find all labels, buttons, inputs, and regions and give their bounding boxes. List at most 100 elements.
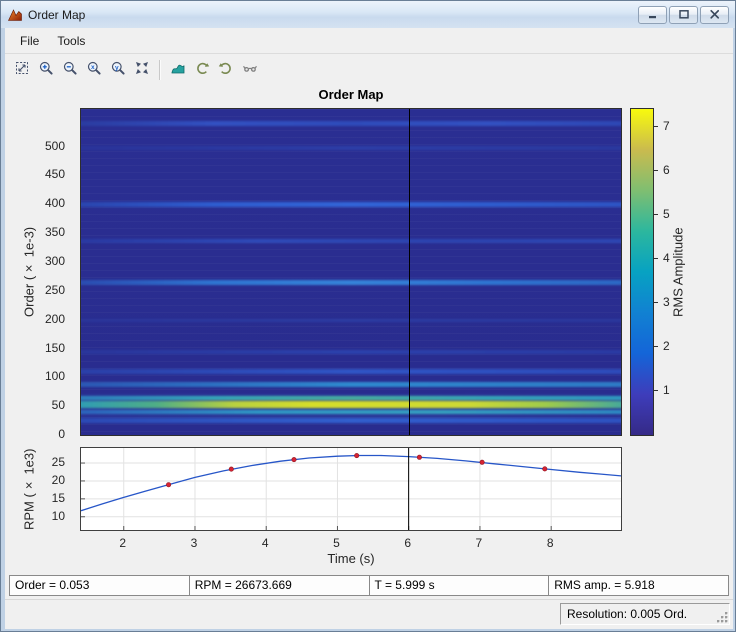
fit-to-window-icon [14, 60, 30, 79]
tick-label: 25 [51, 455, 65, 469]
rpm-marker [354, 453, 360, 459]
order-ridge [81, 238, 621, 244]
order-ridge [81, 409, 621, 415]
order-axis-label: Order (× 1e-3) [21, 226, 37, 318]
rpm-marker [479, 459, 485, 465]
rpm-marker [166, 482, 172, 488]
menu-file[interactable]: File [11, 30, 48, 52]
title-bar[interactable]: Order Map [1, 1, 735, 28]
tick-label: 8 [546, 536, 554, 550]
tick-label: 450 [44, 167, 65, 182]
time-cursor-line[interactable] [408, 109, 410, 435]
order-ridge [81, 381, 621, 387]
rpm-marker [416, 454, 422, 460]
tick-label: 400 [44, 196, 65, 211]
fit-to-window-button[interactable] [10, 58, 34, 82]
tick-label: 15 [51, 490, 65, 505]
tick-label: 200 [44, 311, 65, 326]
order-ridge [81, 401, 621, 408]
order-ridge [81, 146, 621, 151]
colorbar-label: RMS Amplitude [670, 227, 686, 317]
waterfall-view-button[interactable] [166, 58, 190, 82]
tick-mark [654, 257, 658, 259]
status-bar: Resolution: 0.005 Ord. [5, 599, 733, 629]
rpm-chart-svg [81, 448, 621, 530]
restore-view-button[interactable] [130, 58, 154, 82]
order-ridge [81, 201, 621, 207]
rpm-readout: RPM = 26673.669 [188, 575, 370, 596]
plot-title: Order Map [318, 87, 384, 102]
resolution-status: Resolution: 0.005 Ord. [560, 603, 730, 625]
order-ridge [81, 319, 621, 323]
resize-grip[interactable] [716, 611, 729, 624]
rpm-plot[interactable] [80, 447, 622, 531]
tick-label: 4 [261, 536, 269, 550]
figure-client-area: File Tools x y Order Map 0 50 100 150 20… [5, 28, 733, 629]
tick-mark [654, 389, 658, 391]
zoom-in-y-icon: y [110, 60, 126, 79]
tick-label: 500 [44, 138, 65, 153]
order-ridge [81, 349, 621, 354]
time-axis-tick-labels: 2 3 4 5 6 7 8 [80, 536, 622, 550]
zoom-in-x-button[interactable]: x [82, 58, 106, 82]
rotate-counterclockwise-button[interactable] [190, 58, 214, 82]
zoom-out-button[interactable] [58, 58, 82, 82]
order-ridge [81, 369, 621, 374]
tick-label: 20 [51, 472, 65, 487]
order-ridge [81, 279, 621, 285]
window-controls [638, 5, 729, 24]
order-readout: Order = 0.053 [9, 575, 190, 596]
order-map-plot[interactable] [80, 108, 622, 436]
tick-label: 250 [44, 282, 65, 297]
time-axis-label: Time (s) [327, 551, 375, 566]
zoom-in-y-button[interactable]: y [106, 58, 130, 82]
rpm-curve [81, 454, 621, 512]
rpm-marker [542, 466, 548, 472]
window-title: Order Map [28, 7, 86, 22]
svg-text:x: x [91, 64, 95, 71]
tick-mark [654, 169, 658, 171]
zoom-in-icon [38, 60, 54, 79]
menu-bar: File Tools [5, 28, 733, 54]
tick-label: 6 [404, 536, 412, 550]
pan-button[interactable] [238, 58, 262, 82]
tick-mark [654, 125, 658, 127]
rms-readout: RMS amp. = 5.918 [548, 575, 729, 596]
tick-label: 100 [44, 369, 65, 384]
minimize-button[interactable] [638, 5, 667, 24]
zoom-out-icon [62, 60, 78, 79]
order-ridge [81, 396, 621, 401]
tick-label: 7 [475, 536, 483, 550]
tick-label: 5 [333, 536, 340, 550]
rotate-clockwise-button[interactable] [214, 58, 238, 82]
waterfall-view-icon [170, 60, 186, 79]
pan-icon [242, 60, 258, 79]
restore-view-icon [134, 60, 150, 79]
tick-mark [654, 301, 658, 303]
toolbar-separator [159, 59, 161, 80]
figure-area: Order Map 0 50 100 150 200 250 300 350 400 450 500… [5, 84, 733, 575]
tick-mark [654, 345, 658, 347]
rpm-marker [228, 466, 234, 472]
maximize-button[interactable] [669, 5, 698, 24]
rpm-axis-tick-labels: 10 15 20 25 [5, 447, 73, 531]
svg-text:y: y [115, 64, 119, 71]
tick-label: 3 [190, 536, 198, 550]
close-button[interactable] [700, 5, 729, 24]
rpm-marker [291, 457, 297, 463]
time-readout: T = 5.999 s [368, 575, 550, 596]
colorbar [630, 108, 654, 436]
order-ridge [81, 120, 621, 127]
readout-bar: Order = 0.053 RPM = 26673.669 T = 5.999 … [9, 575, 729, 596]
tick-label: 350 [44, 225, 65, 240]
tick-label: 300 [44, 253, 65, 268]
matlab-figure-icon [7, 7, 23, 23]
rpm-axis-label: RPM (× 1e3) [21, 448, 37, 530]
tick-label: 2 [119, 536, 127, 550]
zoom-in-button[interactable] [34, 58, 58, 82]
tick-label: 150 [44, 340, 65, 355]
tick-label: 50 [51, 398, 65, 413]
order-axis-tick-labels: 0 50 100 150 200 250 300 350 400 450 500 [5, 108, 73, 442]
menu-tools[interactable]: Tools [48, 30, 94, 52]
tick-label: 0 [58, 427, 65, 441]
